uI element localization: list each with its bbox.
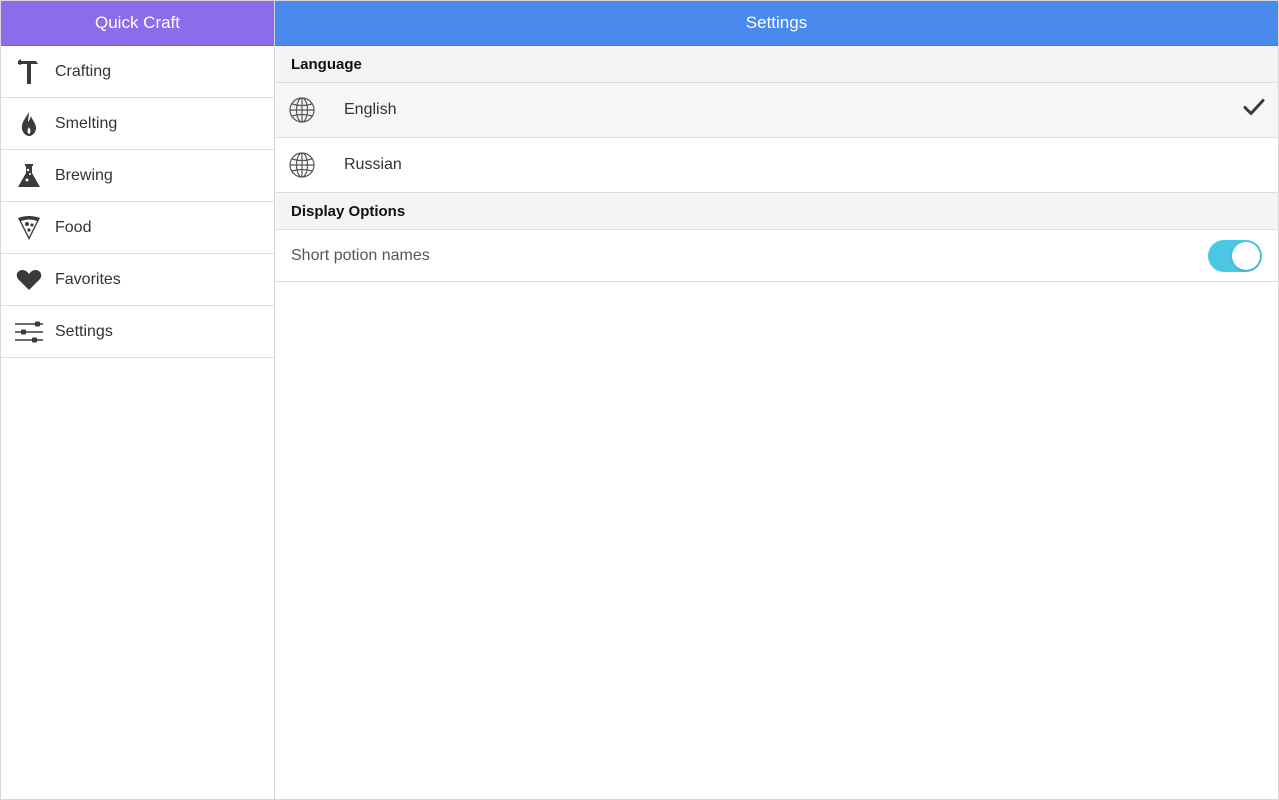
- page-title: Settings: [275, 1, 1278, 46]
- globe-icon: [288, 151, 316, 179]
- checkmark-icon: [1243, 99, 1265, 122]
- language-label: English: [344, 101, 397, 118]
- sidebar-item-crafting[interactable]: Crafting: [1, 46, 274, 98]
- sidebar-item-label: Settings: [55, 322, 113, 340]
- sidebar-item-food[interactable]: Food: [1, 202, 274, 254]
- sidebar-item-label: Smelting: [55, 114, 118, 132]
- language-option-russian[interactable]: Russian: [275, 138, 1278, 193]
- sidebar-item-label: Crafting: [55, 62, 112, 80]
- sidebar-item-settings[interactable]: Settings: [1, 306, 274, 358]
- sidebar-title: Quick Craft: [1, 1, 274, 46]
- sidebar-item-label: Favorites: [55, 270, 121, 288]
- sidebar-item-smelting[interactable]: Smelting: [1, 98, 274, 150]
- sidebar: Quick Craft Crafting Smelting Brewing Fo…: [1, 1, 275, 799]
- app-window: Quick Craft Crafting Smelting Brewing Fo…: [0, 0, 1279, 800]
- sidebar-item-favorites[interactable]: Favorites: [1, 254, 274, 306]
- language-option-english[interactable]: English: [275, 83, 1278, 138]
- sidebar-item-label: Brewing: [55, 166, 113, 184]
- flask-icon: [15, 162, 43, 190]
- section-header-display-options: Display Options: [275, 193, 1278, 230]
- main-panel: Settings Language English Russian Displa…: [275, 1, 1278, 799]
- heart-icon: [15, 266, 43, 294]
- toggle-knob: [1232, 241, 1260, 270]
- globe-icon: [288, 96, 316, 124]
- flame-icon: [15, 110, 43, 138]
- short-potion-names-label: Short potion names: [291, 246, 430, 264]
- sliders-icon: [15, 318, 43, 346]
- sidebar-item-label: Food: [55, 218, 92, 236]
- language-label: Russian: [344, 156, 402, 173]
- sidebar-item-brewing[interactable]: Brewing: [1, 150, 274, 202]
- section-header-language: Language: [275, 46, 1278, 83]
- short-potion-names-toggle[interactable]: [1208, 239, 1262, 272]
- hammer-icon: [15, 58, 43, 86]
- pizza-icon: [15, 214, 43, 242]
- short-potion-names-row: Short potion names: [275, 230, 1278, 282]
